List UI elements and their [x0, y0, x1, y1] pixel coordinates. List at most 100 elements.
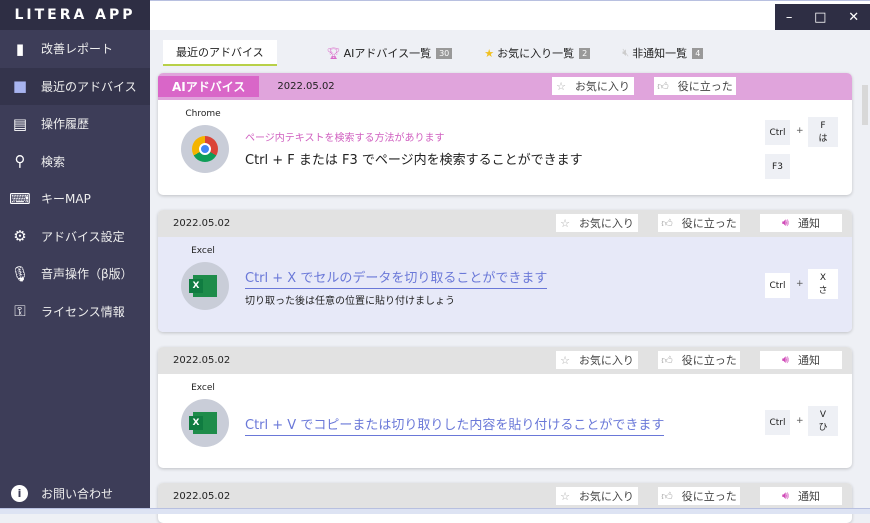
trophy-icon: 🏆︎: [326, 46, 341, 60]
thumbs-up-icon: 👍︎: [661, 353, 673, 367]
tab-label: 非通知一覧: [632, 47, 688, 60]
advice-link[interactable]: Ctrl + V でコピーまたは切り取りした内容を貼り付けることができます: [245, 414, 665, 436]
key-f: Fは: [808, 117, 838, 147]
app-name: Excel: [191, 246, 215, 256]
excel-logo-icon: X: [181, 399, 229, 447]
maximize-button[interactable]: □: [814, 10, 826, 25]
count-badge: 30: [436, 47, 453, 59]
helpful-button[interactable]: 👍︎ 役に立った: [658, 351, 740, 369]
advice-card: AIアドバイス 2022.05.02 ☆ お気に入り 👍︎ 役に立った Chrome…: [158, 73, 852, 195]
plus-sign: +: [796, 126, 804, 136]
tab-favorites[interactable]: ★ お気に入り一覧 2: [484, 45, 591, 61]
window-controls: – □ ✕: [775, 4, 870, 30]
key-ctrl: Ctrl: [765, 273, 790, 298]
notify-button[interactable]: 🔊︎ 通知: [760, 351, 842, 369]
sidebar-item-license[interactable]: ⚿ ライセンス情報: [0, 293, 150, 331]
card-header: 2022.05.02 ☆ お気に入り 👍︎ 役に立った 🔊︎ 通知: [158, 347, 852, 374]
favorite-button[interactable]: ☆ お気に入り: [552, 77, 634, 95]
chat-icon: ■: [12, 77, 28, 96]
key-kana: さ: [818, 285, 828, 296]
sidebar-item-keymap[interactable]: ⌨ キーMAP: [0, 180, 150, 218]
sidebar-item-recent-advice[interactable]: ■ 最近のアドバイス: [0, 67, 150, 105]
button-label: 役に立った: [677, 80, 733, 93]
thumbs-up-icon: 👍︎: [661, 216, 673, 230]
card-date: 2022.05.02: [277, 81, 335, 92]
star-outline-icon: ☆: [556, 79, 566, 93]
sidebar-item-label: 改善レポート: [41, 42, 114, 57]
keyboard-icon: ⌨: [9, 189, 31, 208]
info-icon: i: [11, 485, 28, 502]
key-icon: ⚿: [14, 302, 26, 321]
key-kana: ひ: [818, 422, 828, 433]
helpful-button[interactable]: 👍︎ 役に立った: [658, 214, 740, 232]
plus-sign: +: [796, 279, 804, 289]
count-badge: 4: [692, 47, 704, 59]
tab-ai-advice-list[interactable]: 🏆︎ AIアドバイス一覧 30: [327, 45, 453, 61]
chrome-logo-icon: [181, 125, 229, 173]
key-ctrl: Ctrl: [765, 410, 790, 435]
helpful-button[interactable]: 👍︎ 役に立った: [658, 487, 740, 505]
sidebar-item-report[interactable]: ▮ 改善レポート: [0, 30, 150, 68]
star-outline-icon: ☆: [560, 216, 570, 230]
bar-chart-icon: ▮: [15, 39, 25, 58]
button-label: 通知: [797, 354, 820, 367]
button-label: 通知: [797, 490, 820, 503]
close-button[interactable]: ✕: [848, 10, 859, 25]
favorite-button[interactable]: ☆ お気に入り: [556, 214, 638, 232]
speaker-icon: 🔊︎: [782, 216, 789, 229]
tab-label: AIアドバイス一覧: [343, 47, 432, 60]
tab-recent-advice[interactable]: 最近のアドバイス: [163, 40, 277, 66]
advice-card: 2022.05.02 ☆ お気に入り 👍︎ 役に立った 🔊︎ 通知 Excel X C…: [158, 347, 852, 468]
app-title: LITERA APP: [0, 0, 150, 30]
thumbs-up-icon: 👍︎: [661, 489, 673, 503]
key-label: F: [820, 120, 826, 131]
sidebar-nav: ▮ 改善レポート ■ 最近のアドバイス ▤ 操作履歴 ⚲ 検索 ⌨ キーMAP ⚙ アドバイ…: [0, 30, 150, 330]
app-name: Excel: [191, 383, 215, 393]
sidebar-item-label: アドバイス設定: [41, 229, 125, 244]
clipboard-icon: ▤: [12, 114, 28, 133]
title-bar: – □ ✕: [150, 0, 870, 30]
button-label: お気に入り: [578, 490, 634, 503]
app-name: Chrome: [185, 109, 221, 119]
card-date: 2022.05.02: [173, 491, 231, 502]
ai-advice-label: AIアドバイス: [158, 76, 260, 97]
favorite-button[interactable]: ☆ お気に入り: [556, 351, 638, 369]
sidebar: LITERA APP ▮ 改善レポート ■ 最近のアドバイス ▤ 操作履歴 ⚲ 検索 ⌨…: [0, 0, 150, 514]
sidebar-item-label: ライセンス情報: [41, 304, 125, 319]
button-label: お気に入り: [574, 80, 630, 93]
advice-note: 切り取った後は任意の位置に貼り付けましょう: [245, 296, 455, 307]
favorite-button[interactable]: ☆ お気に入り: [556, 487, 638, 505]
speaker-icon: 🔊︎: [782, 353, 789, 366]
scrollbar-thumb[interactable]: [862, 85, 868, 125]
button-label: お気に入り: [578, 354, 634, 367]
star-icon: ★: [484, 46, 495, 60]
minimize-button[interactable]: –: [786, 10, 793, 25]
card-header: 2022.05.02 ☆ お気に入り 👍︎ 役に立った 🔊︎ 通知: [158, 210, 852, 237]
button-label: 役に立った: [681, 354, 737, 367]
notify-button[interactable]: 🔊︎ 通知: [760, 487, 842, 505]
contact-link[interactable]: i お問い合わせ: [11, 485, 113, 502]
key-label: X: [819, 272, 827, 283]
card-header: 2022.05.02 ☆ お気に入り 👍︎ 役に立った 🔊︎ 通知: [158, 483, 852, 510]
sidebar-item-advice-settings[interactable]: ⚙ アドバイス設定: [0, 218, 150, 256]
sidebar-item-search[interactable]: ⚲ 検索: [0, 143, 150, 181]
microphone-icon: 🎙: [10, 264, 30, 283]
sidebar-item-label: 操作履歴: [41, 117, 90, 132]
notify-button[interactable]: 🔊︎ 通知: [760, 214, 842, 232]
key-v: Vひ: [808, 406, 838, 436]
sidebar-item-history[interactable]: ▤ 操作履歴: [0, 105, 150, 143]
tab-label: お気に入り一覧: [497, 47, 575, 60]
thumbs-up-icon: 👍︎: [657, 79, 669, 93]
advice-subtitle: ページ内テキストを検索する方法があります: [245, 133, 445, 144]
star-outline-icon: ☆: [560, 489, 570, 503]
count-badge: 2: [579, 47, 591, 59]
tab-muted[interactable]: 🔇︎ 非通知一覧 4: [622, 45, 704, 61]
search-icon: ⚲: [14, 152, 26, 171]
advice-link[interactable]: Ctrl + X でセルのデータを切り取ることができます: [245, 267, 548, 289]
key-kana: は: [818, 133, 828, 144]
button-label: お気に入り: [578, 217, 634, 230]
sidebar-item-voice[interactable]: 🎙 音声操作（β版）: [0, 255, 150, 293]
tab-label: 最近のアドバイス: [176, 46, 264, 59]
sidebar-item-label: 検索: [41, 154, 66, 169]
helpful-button[interactable]: 👍︎ 役に立った: [654, 77, 736, 95]
